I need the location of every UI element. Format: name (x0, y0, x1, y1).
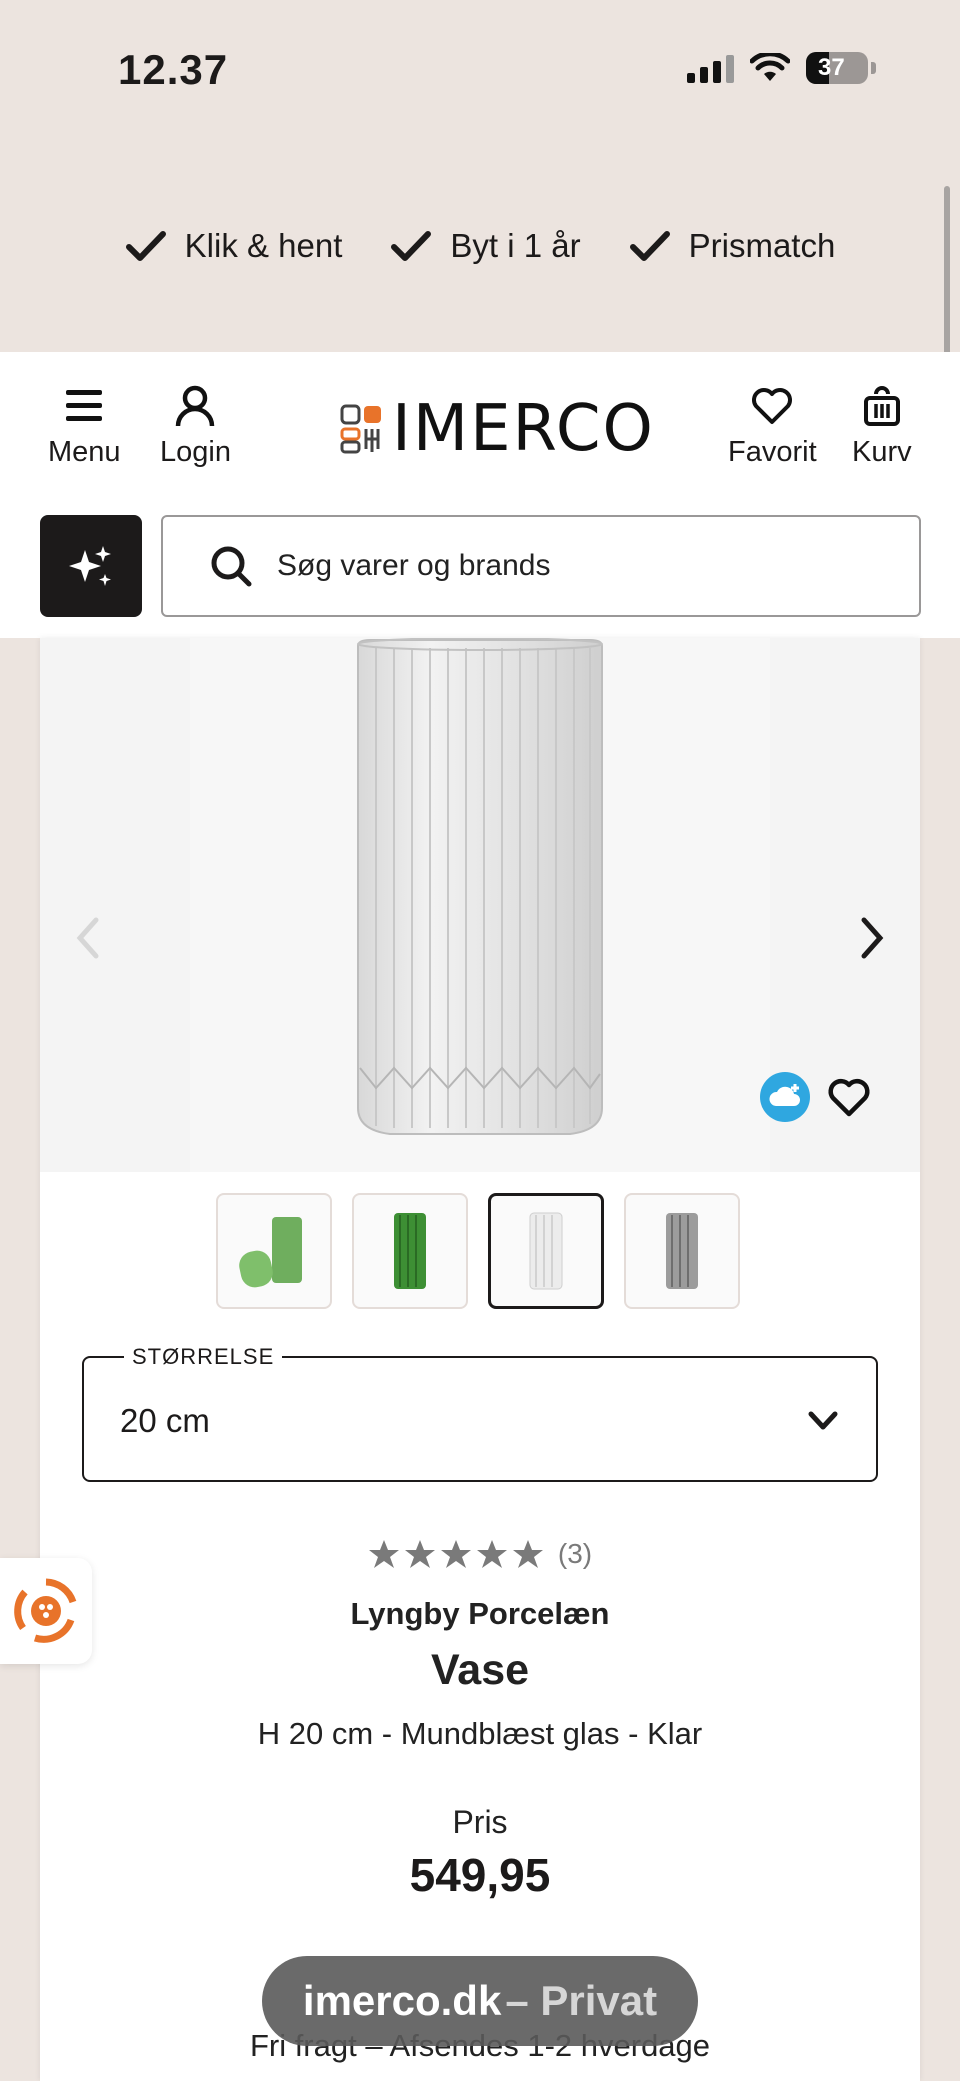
product-brand[interactable]: Lyngby Porcelæn (40, 1596, 920, 1632)
thumbnail-strip (216, 1193, 740, 1309)
clear-vase-thumbnail (529, 1212, 563, 1290)
login-button[interactable]: Login (160, 384, 231, 469)
product-name: Vase (430, 1646, 530, 1694)
add-to-favorites-heart-icon[interactable] (826, 1074, 872, 1120)
product-rating[interactable]: (3) (40, 1538, 920, 1570)
usp-item-exchange: Byt i 1 år (390, 227, 581, 265)
status-time: 12.37 (118, 46, 229, 93)
imerco-logo[interactable]: IMERCO (340, 392, 655, 466)
star-icon (440, 1540, 471, 1568)
login-label: Login (160, 436, 231, 468)
favorites-label: Favorit (728, 436, 817, 468)
search-bar[interactable] (161, 515, 921, 617)
usp-label: Klik & hent (184, 227, 343, 264)
review-count: (3) (557, 1538, 593, 1569)
thumbnail-green[interactable] (352, 1193, 468, 1309)
recycle-icon (14, 1578, 77, 1643)
vase-image (357, 637, 603, 1135)
checkmark-icon (629, 231, 670, 261)
battery-level: 37 (818, 54, 845, 81)
product-image-gallery[interactable] (40, 637, 920, 1172)
cellular-signal-icon (687, 53, 734, 83)
product-image (190, 637, 770, 1172)
menu-label: Menu (48, 436, 121, 468)
product-card: STØRRELSE 20 cm (3) Lyngby Porcelæn Vase… (40, 637, 920, 2081)
usp-label: Byt i 1 år (450, 227, 581, 264)
ai-assistant-button[interactable] (40, 515, 142, 617)
basket-icon (863, 386, 900, 426)
thumbnail-smoke[interactable] (624, 1193, 740, 1309)
search-input[interactable] (277, 549, 817, 583)
browser-private-mode: – Privat (505, 1977, 658, 2024)
smoke-vase-thumbnail (666, 1213, 698, 1289)
cart-button[interactable]: Kurv (852, 384, 912, 469)
wifi-icon (750, 53, 790, 81)
search-icon (211, 546, 252, 587)
browser-domain: imerco.dk (302, 1977, 502, 2024)
status-bar: 12.37 37 (0, 0, 960, 140)
cart-label: Kurv (852, 436, 912, 468)
user-icon (176, 385, 215, 427)
usp-label: Prismatch (688, 227, 836, 264)
usp-item-price-match: Prismatch (629, 227, 836, 265)
cloud-plus-icon (769, 1084, 800, 1106)
star-icon (512, 1540, 543, 1568)
menu-button[interactable]: Menu (48, 384, 121, 469)
status-icons: 37 (687, 52, 876, 84)
star-icon (476, 1540, 507, 1568)
battery-icon: 37 (806, 52, 868, 84)
product-description: H 20 cm - Mundblæst glas - Klar (257, 1716, 703, 1751)
loyalty-widget-button[interactable] (0, 1558, 92, 1664)
site-header: Menu Login IMERCO Favorit Kurv (0, 352, 960, 638)
size-select-label: STØRRELSE (124, 1344, 283, 1370)
green-vase-thumbnail (239, 1217, 302, 1288)
thumbnail-clear[interactable] (488, 1193, 604, 1309)
hamburger-menu-icon (66, 390, 103, 421)
logo-text: IMERCO (392, 392, 655, 466)
star-icon (368, 1540, 399, 1568)
checkmark-icon (125, 231, 166, 261)
save-to-cloud-button[interactable] (760, 1072, 810, 1122)
browser-address-pill[interactable]: imerco.dk – Privat (262, 1956, 698, 2046)
size-select[interactable]: STØRRELSE 20 cm (82, 1344, 878, 1482)
usp-item-click-collect: Klik & hent (125, 227, 343, 265)
price-label: Pris (452, 1804, 508, 1840)
size-select-value: 20 cm (120, 1402, 210, 1439)
thumbnail-green-frosted[interactable] (216, 1193, 332, 1309)
chevron-down-icon (808, 1411, 838, 1430)
product-price: 549,95 (409, 1849, 551, 1901)
imerco-logo-mark-icon (340, 404, 381, 454)
favorites-button[interactable]: Favorit (728, 384, 817, 469)
green-vase-thumbnail (394, 1213, 426, 1289)
checkmark-icon (391, 231, 432, 261)
sparkle-icon (69, 546, 111, 586)
star-icon (404, 1540, 435, 1568)
previous-image-arrow-icon[interactable] (68, 908, 108, 968)
next-image-arrow-icon[interactable] (852, 908, 892, 968)
heart-icon (752, 388, 793, 424)
usp-bar: Klik & hent Byt i 1 år Prismatch (0, 140, 960, 352)
